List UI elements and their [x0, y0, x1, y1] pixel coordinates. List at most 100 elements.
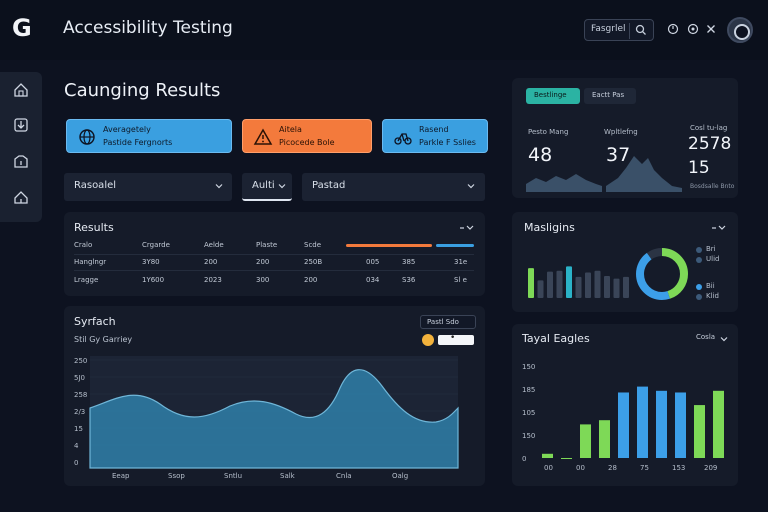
card-label: Averagetely	[103, 125, 151, 134]
summary-card-3[interactable]: Rasend Parkle F Sslies	[382, 119, 488, 153]
y-tick-label: 0	[74, 459, 78, 467]
table-cell: 31e	[454, 258, 468, 266]
area-chart[interactable]: 250 5J0 258 2/3 15 4 0 Eeap Ssop Sntlu Salk Cnla Oal…	[64, 346, 485, 486]
area-chart-panel: Syrfach Stil Gy Garriey Pastl Sdo • 250 5…	[64, 306, 485, 486]
bar[interactable]	[613, 278, 620, 298]
y-tick-label: 15	[74, 425, 83, 433]
x-tick-label: 153	[672, 464, 685, 472]
range-dropdown[interactable]: Pastl Sdo	[420, 315, 476, 329]
bar[interactable]	[599, 420, 610, 458]
bar[interactable]	[675, 392, 686, 458]
legend-label: Ulid	[706, 255, 720, 263]
sidebar	[0, 72, 42, 222]
y-tick-label: 150	[522, 363, 535, 371]
house-icon[interactable]	[11, 187, 31, 207]
y-tick-label: 185	[522, 386, 535, 394]
panel-title: Masligins	[524, 221, 575, 234]
settings-icon[interactable]	[686, 22, 700, 36]
home-icon[interactable]	[11, 80, 31, 100]
bar[interactable]	[594, 270, 601, 298]
search-input[interactable]: Fasgrlel	[591, 24, 626, 34]
metric-label: Cosl tu-lag	[690, 124, 728, 132]
bar[interactable]	[618, 392, 629, 458]
bar[interactable]	[585, 272, 591, 298]
table-cell: 034	[366, 276, 380, 284]
chevron-icon[interactable]	[460, 224, 474, 232]
y-tick-label: 250	[74, 357, 87, 365]
toggle-control[interactable]: •	[422, 333, 476, 346]
column-header[interactable]: Aelde	[204, 241, 224, 249]
margins-bar-chart[interactable]	[524, 252, 630, 300]
dropdown-value: Cosla	[696, 333, 716, 341]
search-box[interactable]: Fasgrlel	[584, 19, 654, 41]
clock-icon[interactable]	[666, 22, 680, 36]
x-tick-label: 28	[608, 464, 617, 472]
column-header[interactable]: Cralo	[74, 241, 92, 249]
range-dropdown[interactable]: Cosla	[696, 332, 730, 344]
y-tick-label: 258	[74, 391, 87, 399]
dropdown-value: Pastl Sdo	[427, 318, 459, 326]
select-value: Rasoalel	[74, 180, 117, 191]
filter-select-2[interactable]: Aulti	[242, 173, 292, 201]
close-icon[interactable]	[704, 22, 718, 36]
bar[interactable]	[575, 276, 582, 298]
bar[interactable]	[694, 405, 705, 458]
traffic-bar-chart[interactable]: 150185105150000 00 28 75 153 209	[512, 350, 738, 486]
folder-icon[interactable]	[11, 152, 31, 172]
divider	[74, 270, 474, 271]
chevron-down-icon	[720, 337, 728, 342]
metric-label: Pesto Mang	[528, 128, 569, 136]
summary-card-2[interactable]: Aitela Picocede Bole	[242, 119, 372, 153]
bar[interactable]	[566, 266, 572, 298]
tab-active[interactable]: Bestlinge	[526, 88, 580, 104]
bar[interactable]	[528, 268, 534, 298]
traffic-panel: Tayal Eagles Cosla 150 185 105 150 0 00 00 28 75…	[512, 324, 738, 486]
bike-icon	[394, 133, 412, 145]
bar[interactable]	[656, 390, 667, 458]
bar[interactable]	[537, 280, 544, 298]
bar[interactable]	[623, 276, 629, 298]
legend-label: Klid	[706, 292, 719, 300]
table-cell: 005	[366, 258, 380, 266]
bar[interactable]	[547, 271, 553, 298]
toggle-label: •	[450, 333, 456, 343]
bar[interactable]	[580, 424, 591, 458]
download-icon[interactable]	[11, 115, 31, 135]
metric-value: 2578	[688, 134, 732, 154]
bar[interactable]	[542, 453, 553, 458]
avatar[interactable]	[727, 17, 753, 43]
select-value: Aulti	[252, 180, 275, 191]
card-label: Rasend	[419, 125, 449, 134]
bar[interactable]	[637, 386, 648, 458]
bar[interactable]	[556, 270, 563, 298]
y-tick-label: 5J0	[74, 374, 85, 382]
table-cell: 200	[204, 258, 218, 266]
filter-select-1[interactable]: Rasoalel	[64, 173, 232, 201]
summary-card-1[interactable]: Averagetely Pastide Fergnorts	[66, 119, 232, 153]
column-header[interactable]: Plaste	[256, 241, 277, 249]
legend-label: Bii	[706, 282, 715, 290]
bar[interactable]	[561, 458, 572, 459]
card-sublabel: Pastide Fergnorts	[103, 138, 173, 147]
top-bar: G Accessibility Testing Fasgrlel	[0, 0, 768, 60]
tab-inactive[interactable]: Eactt Pas	[584, 88, 636, 104]
warning-icon	[253, 128, 273, 145]
chevron-down-icon	[215, 184, 223, 189]
y-tick-label: 150	[522, 432, 535, 440]
sparkline-chart	[526, 156, 682, 192]
app-logo[interactable]: G	[12, 14, 36, 42]
column-header[interactable]: Crgarde	[142, 241, 170, 249]
column-header[interactable]: Scde	[304, 241, 321, 249]
filter-select-3[interactable]: Pastad	[302, 173, 485, 201]
bar[interactable]	[713, 390, 724, 458]
x-tick-label: Oalg	[392, 472, 408, 480]
table-cell: 1Y600	[142, 276, 165, 284]
x-tick-label: 00	[576, 464, 585, 472]
bar[interactable]	[604, 276, 610, 298]
chevron-down-icon	[278, 184, 286, 189]
table-cell: 250B	[304, 258, 323, 266]
chevron-icon[interactable]	[712, 224, 726, 232]
donut-chart[interactable]	[632, 244, 692, 304]
search-icon[interactable]	[635, 24, 647, 36]
x-tick-label: 75	[640, 464, 649, 472]
